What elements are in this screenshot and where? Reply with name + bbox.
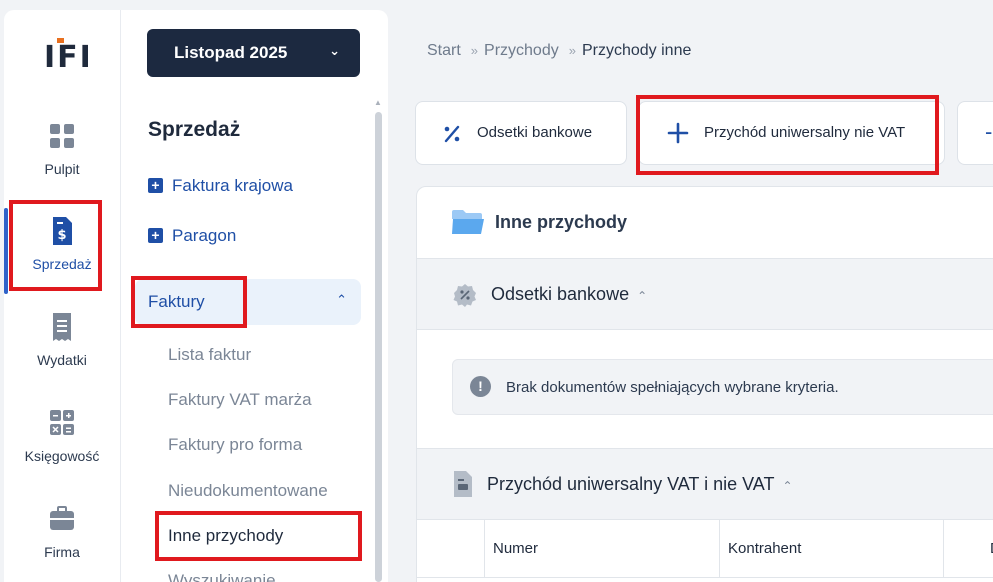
plus-icon: - bbox=[985, 119, 993, 144]
sidebar-scrollbar[interactable]: ▲ bbox=[373, 98, 383, 582]
group-label: Przychód uniwersalny VAT i nie VAT ⌃ bbox=[487, 474, 793, 495]
invoice-dollar-icon: $ bbox=[53, 217, 72, 245]
column-date[interactable]: D bbox=[943, 520, 993, 578]
column-kontrahent[interactable]: Kontrahent bbox=[719, 520, 943, 578]
folder-icon bbox=[452, 210, 484, 234]
panel-header: Inne przychody bbox=[417, 187, 993, 259]
percent-badge-icon bbox=[453, 284, 476, 307]
info-icon: ! bbox=[470, 376, 491, 397]
rail-label: Księgowość bbox=[24, 448, 100, 464]
briefcase-icon bbox=[50, 506, 74, 530]
receipt-icon bbox=[53, 313, 71, 341]
section-title: Sprzedaż bbox=[148, 118, 241, 141]
add-faktura-krajowa-link[interactable]: + Faktura krajowa bbox=[148, 176, 293, 196]
group-odsetki-bankowe[interactable]: Odsetki bankowe ⌃ bbox=[417, 258, 993, 330]
rail-item-ksiegowosc[interactable]: Księgowość bbox=[4, 408, 120, 480]
inne-przychody-panel: Inne przychody Odsetki bankowe ⌃ ! Brak d… bbox=[416, 186, 993, 582]
faktury-group-toggle[interactable]: Faktury ⌃ bbox=[135, 279, 361, 325]
sub-item-faktury-pro-forma[interactable]: Faktury pro forma bbox=[168, 435, 302, 455]
rail-label: Sprzedaż bbox=[32, 256, 92, 272]
przychod-uniwersalny-button[interactable]: Przychód uniwersalny nie VAT bbox=[638, 101, 945, 165]
column-label: Numer bbox=[493, 540, 539, 557]
svg-text:$: $ bbox=[57, 228, 66, 243]
group-label: Odsetki bankowe ⌃ bbox=[491, 284, 647, 305]
breadcrumb-przychody[interactable]: Przychody bbox=[484, 42, 559, 59]
rail-item-wydatki[interactable]: Wydatki bbox=[4, 312, 120, 384]
sub-item-nieudokumentowane[interactable]: Nieudokumentowane bbox=[168, 481, 328, 501]
calculator-icon bbox=[50, 410, 74, 435]
plus-square-icon: + bbox=[148, 178, 163, 193]
chevron-down-icon: ⌄ bbox=[329, 43, 340, 58]
scroll-up-icon[interactable]: ▲ bbox=[374, 98, 382, 107]
table-header: Numer Kontrahent D bbox=[417, 520, 993, 578]
sub-item-inne-przychody[interactable]: Inne przychody bbox=[168, 526, 283, 546]
month-selector[interactable]: Listopad 2025 ⌄ bbox=[147, 29, 360, 77]
column-label: Kontrahent bbox=[728, 540, 802, 557]
empty-state-message: ! Brak dokumentów spełniających wybrane … bbox=[452, 359, 993, 415]
month-label: Listopad 2025 bbox=[174, 43, 288, 62]
group-label: Faktury bbox=[148, 292, 205, 311]
plus-icon bbox=[667, 122, 689, 144]
rail-label: Pulpit bbox=[44, 161, 80, 177]
main-nav-rail: IFI Pulpit $ Sprzedaż Wydatki Księgowość… bbox=[4, 10, 120, 582]
grid-icon bbox=[50, 124, 74, 148]
sub-item-faktury-vat-marza[interactable]: Faktury VAT marża bbox=[168, 390, 312, 410]
sub-item-lista-faktur[interactable]: Lista faktur bbox=[168, 345, 251, 365]
chevron-up-icon: ⌃ bbox=[336, 292, 347, 307]
group-title: Odsetki bankowe bbox=[491, 284, 630, 304]
breadcrumb-current: Przychody inne bbox=[581, 42, 692, 59]
rail-label: Wydatki bbox=[37, 352, 87, 368]
more-action-button[interactable]: - bbox=[957, 101, 993, 165]
chevron-right-icon: » bbox=[568, 43, 576, 58]
plus-square-icon: + bbox=[148, 228, 163, 243]
rail-label: Firma bbox=[44, 544, 80, 560]
ifi-logo[interactable]: IFI bbox=[44, 36, 91, 76]
button-label: Przychód uniwersalny nie VAT bbox=[704, 124, 906, 141]
breadcrumb: Start » Przychody » Przychody inne bbox=[427, 42, 695, 60]
button-label: Odsetki bankowe bbox=[477, 124, 593, 141]
chevron-right-icon: » bbox=[470, 43, 479, 58]
panel-title: Inne przychody bbox=[495, 212, 628, 232]
link-label: Faktura krajowa bbox=[172, 176, 293, 195]
breadcrumb-start[interactable]: Start bbox=[427, 42, 461, 59]
group-przychod-uniwersalny[interactable]: Przychód uniwersalny VAT i nie VAT ⌃ bbox=[417, 448, 993, 520]
link-label: Paragon bbox=[172, 226, 237, 245]
empty-text: Brak dokumentów spełniających wybrane kr… bbox=[506, 379, 839, 396]
logo-text: IFI bbox=[44, 40, 93, 75]
column-numer[interactable]: Numer bbox=[484, 520, 719, 578]
percent-icon bbox=[444, 125, 460, 143]
group-title: Przychód uniwersalny VAT i nie VAT bbox=[487, 474, 775, 494]
chevron-up-icon: ⌃ bbox=[637, 289, 648, 303]
document-icon bbox=[454, 471, 472, 497]
rail-item-firma[interactable]: Firma bbox=[4, 504, 120, 576]
add-paragon-link[interactable]: + Paragon bbox=[148, 226, 236, 246]
odsetki-bankowe-button[interactable]: Odsetki bankowe bbox=[415, 101, 627, 165]
rail-item-sprzedaz[interactable]: $ Sprzedaż bbox=[4, 216, 120, 288]
chevron-up-icon: ⌃ bbox=[782, 479, 793, 493]
sub-item-wyszukiwanie[interactable]: Wyszukiwanie bbox=[168, 571, 276, 582]
section-sidebar: Listopad 2025 ⌄ Sprzedaż + Faktura krajow… bbox=[120, 10, 388, 582]
rail-item-pulpit[interactable]: Pulpit bbox=[4, 121, 120, 193]
scrollbar-thumb[interactable] bbox=[375, 112, 382, 582]
